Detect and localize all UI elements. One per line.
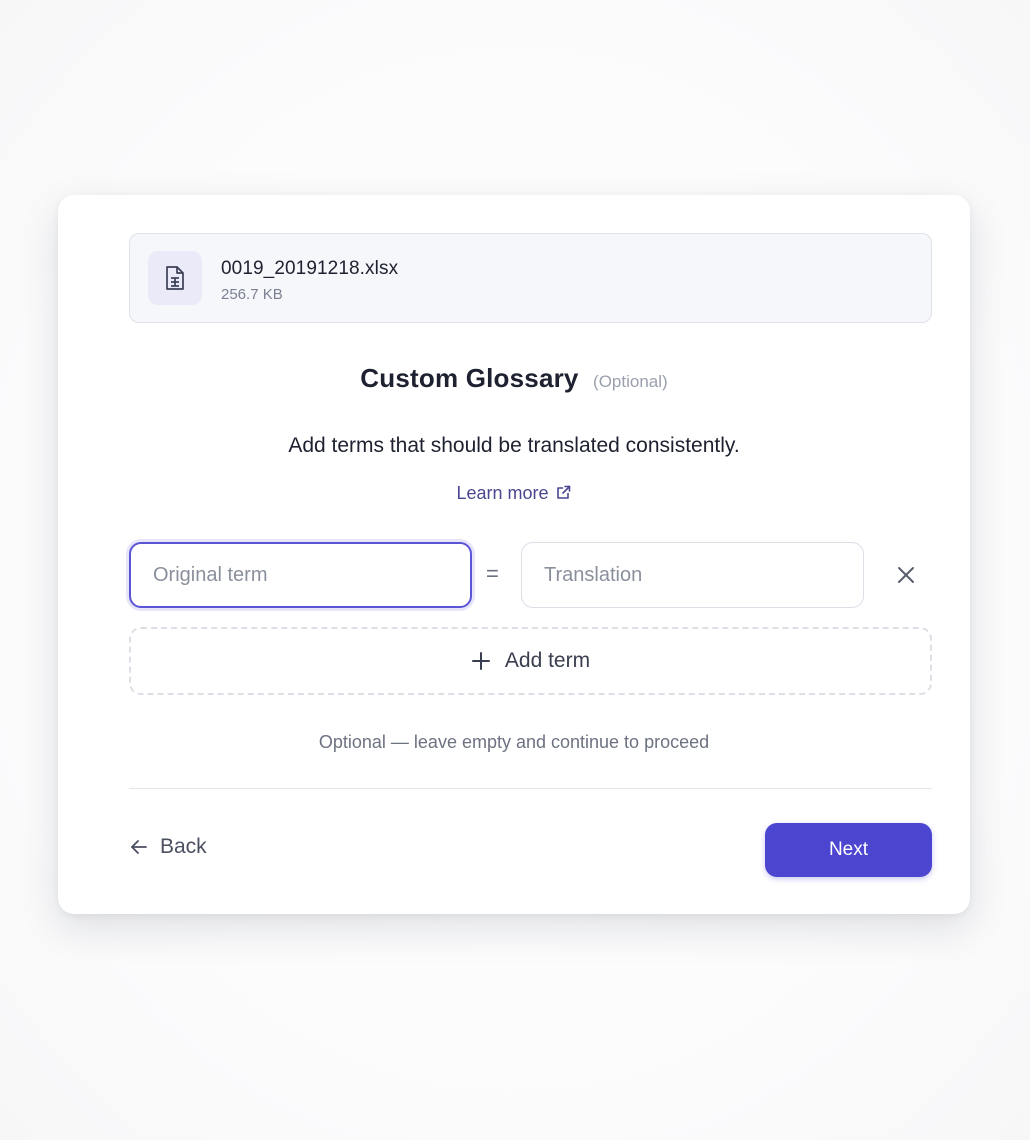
add-term-button[interactable]: Add term [129,627,932,695]
back-label: Back [160,835,207,858]
equals-sign: = [486,561,499,586]
learn-more-link[interactable]: Learn more [58,483,970,504]
add-term-label: Add term [504,649,591,672]
footer-divider [129,788,932,789]
original-term-input[interactable] [129,542,472,608]
optional-tag: (Optional) [593,372,668,391]
file-name: 0019_20191218.xlsx [221,258,399,279]
page-title: Custom Glossary [360,363,579,393]
glossary-card: 0019_20191218.xlsx 256.7 KB Custom Gloss… [58,195,970,914]
uploaded-file-summary: 0019_20191218.xlsx 256.7 KB [129,233,932,323]
translation-input[interactable] [521,542,864,608]
remove-term-button[interactable] [890,559,922,591]
external-link-icon [556,485,570,499]
plus-icon [471,652,490,670]
optional-hint: Optional — leave empty and continue to p… [318,732,710,752]
arrow-left-icon [131,840,147,854]
learn-more-label: Learn more [456,483,549,503]
page-background: 0019_20191218.xlsx 256.7 KB Custom Gloss… [0,0,1030,1140]
close-icon [898,567,914,583]
glossary-description: Add terms that should be translated cons… [288,434,740,457]
spreadsheet-file-icon [148,251,202,305]
file-size: 256.7 KB [221,286,283,303]
glossary-heading: Custom Glossary (Optional) [58,363,970,394]
back-button[interactable]: Back [130,835,207,859]
next-button[interactable]: Next [765,823,932,877]
